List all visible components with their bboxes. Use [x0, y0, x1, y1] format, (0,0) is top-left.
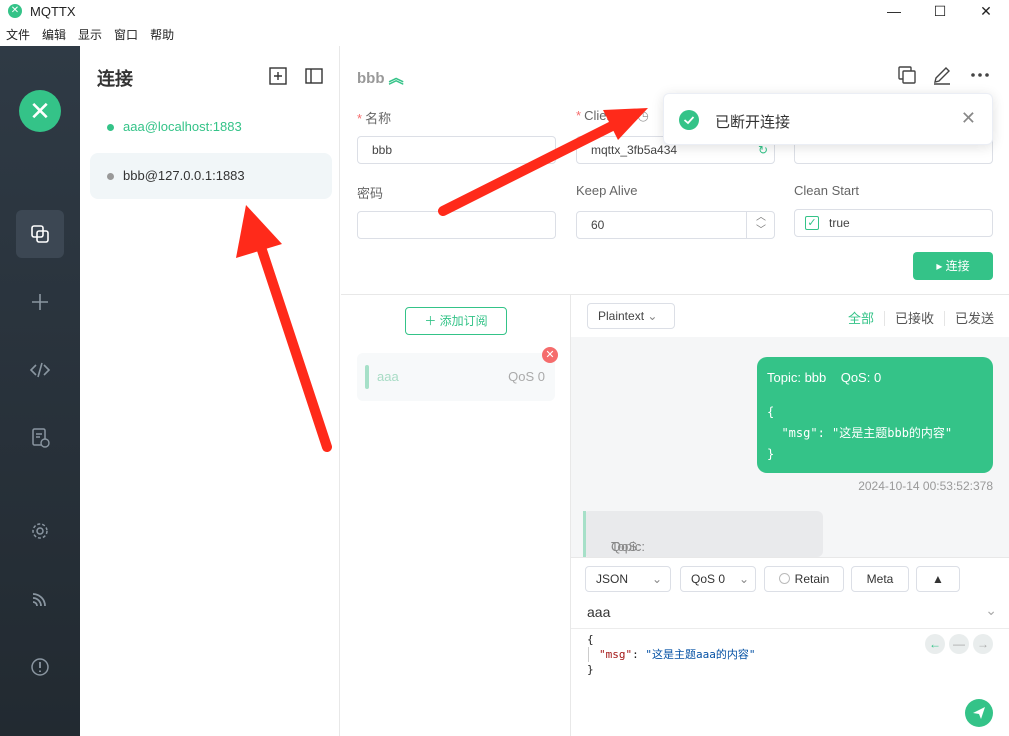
- chevron-down-icon: ⌄: [738, 572, 749, 586]
- publish-payload-editor[interactable]: { "msg": "这是主题aaa的内容" }: [587, 632, 756, 677]
- name-label: * 名称: [357, 111, 392, 126]
- previous-history-icon[interactable]: ←: [925, 634, 945, 654]
- subscription-color-bar: [365, 365, 369, 389]
- name-input[interactable]: bbb: [357, 136, 556, 164]
- connected-status-dot: [107, 124, 114, 131]
- message-toolbar: Plaintext ⌄ 全部 已接收 已发送: [571, 295, 1009, 337]
- close-toast-icon[interactable]: ✕: [961, 108, 976, 129]
- chevron-down-icon: ⌄: [651, 572, 662, 586]
- received-message-bubble: Topic: aaa QoS: 0: [583, 511, 823, 557]
- new-group-icon[interactable]: [268, 66, 288, 86]
- connect-button[interactable]: ▸ 连接: [913, 252, 993, 280]
- menu-edit[interactable]: 编辑: [42, 26, 66, 43]
- left-nav-bar: ✕: [0, 46, 80, 736]
- publish-qos-select[interactable]: QoS 0 ⌄: [680, 566, 756, 592]
- clean-start-label: Clean Start: [794, 183, 860, 198]
- clear-history-icon[interactable]: —: [949, 634, 969, 654]
- about-icon[interactable]: [16, 643, 64, 691]
- collapse-chevrons-icon[interactable]: ︽: [389, 70, 404, 87]
- publish-topic-input[interactable]: aaa: [587, 604, 610, 620]
- add-subscription-button[interactable]: ＋ 添加订阅: [405, 307, 507, 335]
- connections-heading: 连接: [97, 69, 133, 89]
- connection-detail: bbb ︽ * 名称 bbb * Client ID ◷ mqttx_3fb5a43…: [341, 46, 1009, 736]
- connections-icon[interactable]: [16, 210, 64, 258]
- mqttx-logo-icon: ✕: [19, 90, 61, 132]
- success-check-icon: [679, 110, 699, 130]
- connection-item-bbb[interactable]: bbb@127.0.0.1:1883: [90, 153, 332, 199]
- keepalive-input[interactable]: 60 ︿ ﹀: [576, 211, 775, 239]
- connection-label: bbb@127.0.0.1:1883: [123, 168, 245, 183]
- password-input[interactable]: [357, 211, 556, 239]
- clock-icon: ◷: [637, 108, 649, 123]
- message-filters: 全部 已接收 已发送: [838, 308, 994, 327]
- publish-panel: JSON ⌄ QoS 0 ⌄ Retain Meta ▲ aaa ⌄ { "msg"…: [571, 557, 1009, 736]
- title-bar: ✕ MQTTX — ☐ ✕: [0, 0, 1009, 24]
- menu-bar: 文件 编辑 显示 窗口 帮助: [0, 26, 180, 46]
- more-icon[interactable]: [969, 64, 991, 86]
- sent-message-bubble: Topic: bbb QoS: 0 { "msg": "这是主题bbb的内容" …: [757, 357, 993, 473]
- script-icon[interactable]: [16, 346, 64, 394]
- meta-button[interactable]: Meta: [851, 566, 909, 592]
- retain-toggle[interactable]: Retain: [764, 566, 844, 592]
- disconnected-status-dot: [107, 173, 114, 180]
- menu-file[interactable]: 文件: [6, 26, 30, 43]
- filter-sent[interactable]: 已发送: [943, 311, 994, 326]
- maximize-button[interactable]: ☐: [917, 0, 963, 24]
- subscription-qos: QoS 0: [508, 369, 545, 384]
- disconnect-toast: 已断开连接 ✕: [663, 93, 993, 145]
- minimize-button[interactable]: —: [871, 0, 917, 24]
- received-qos: QoS: 0: [611, 539, 641, 557]
- connection-title: bbb ︽: [357, 70, 404, 87]
- subscriptions-panel: ＋ 添加订阅 aaa QoS 0 ✕: [341, 295, 571, 736]
- connection-item-aaa[interactable]: aaa@localhost:1883: [90, 104, 332, 150]
- clean-start-select[interactable]: ✓ true: [794, 209, 993, 237]
- menu-window[interactable]: 窗口: [114, 26, 138, 43]
- sent-topic: Topic: bbb: [767, 370, 827, 385]
- filter-received[interactable]: 已接收: [883, 311, 934, 326]
- connection-list-panel: 连接 aaa@localhost:1883 bbb@127.0.0.1:1883: [80, 46, 340, 736]
- keepalive-stepper[interactable]: ︿ ﹀: [746, 212, 774, 238]
- sent-timestamp: 2024-10-14 00:53:52:378: [858, 479, 993, 493]
- toggle-panel-icon[interactable]: [304, 66, 324, 86]
- checkbox-icon[interactable]: ✓: [805, 216, 819, 230]
- expand-up-icon[interactable]: ▲: [916, 566, 960, 592]
- filter-all[interactable]: 全部: [848, 311, 874, 326]
- chevron-down-icon: ⌄: [647, 309, 658, 323]
- menu-help[interactable]: 帮助: [150, 26, 174, 43]
- radio-icon: [778, 573, 790, 584]
- decrement-icon: ﹀: [756, 225, 766, 236]
- publish-format-select[interactable]: JSON ⌄: [585, 566, 671, 592]
- new-connection-icon[interactable]: [16, 278, 64, 326]
- subscription-item[interactable]: aaa QoS 0 ✕: [357, 347, 558, 401]
- next-history-icon[interactable]: →: [973, 634, 993, 654]
- keepalive-label: Keep Alive: [576, 183, 638, 198]
- client-id-label: * Client ID ◷: [576, 108, 649, 123]
- subscription-feed-icon[interactable]: [16, 575, 64, 623]
- edit-icon[interactable]: [931, 64, 953, 86]
- menu-view[interactable]: 显示: [78, 26, 102, 43]
- subscription-topic: aaa: [377, 369, 399, 384]
- password-label: 密码: [357, 186, 384, 201]
- send-icon[interactable]: [965, 699, 993, 727]
- settings-icon[interactable]: [16, 507, 64, 555]
- log-icon[interactable]: [16, 414, 64, 462]
- chevron-down-icon[interactable]: ⌄: [985, 602, 997, 619]
- message-list: Plaintext ⌄ 全部 已接收 已发送 Topic: bbb QoS: 0 {…: [571, 295, 1009, 557]
- payload-format-select[interactable]: Plaintext ⌄: [587, 303, 675, 329]
- app-title: MQTTX: [30, 4, 76, 19]
- close-window-button[interactable]: ✕: [963, 0, 1009, 24]
- remove-subscription-icon[interactable]: ✕: [542, 347, 558, 363]
- duplicate-icon[interactable]: [896, 64, 918, 86]
- toast-message: 已断开连接: [715, 114, 791, 131]
- app-logo-icon: ✕: [8, 4, 22, 18]
- connection-label: aaa@localhost:1883: [123, 119, 242, 134]
- sent-qos: QoS: 0: [840, 370, 882, 385]
- sent-payload: { "msg": "这是主题bbb的内容" }: [767, 405, 953, 461]
